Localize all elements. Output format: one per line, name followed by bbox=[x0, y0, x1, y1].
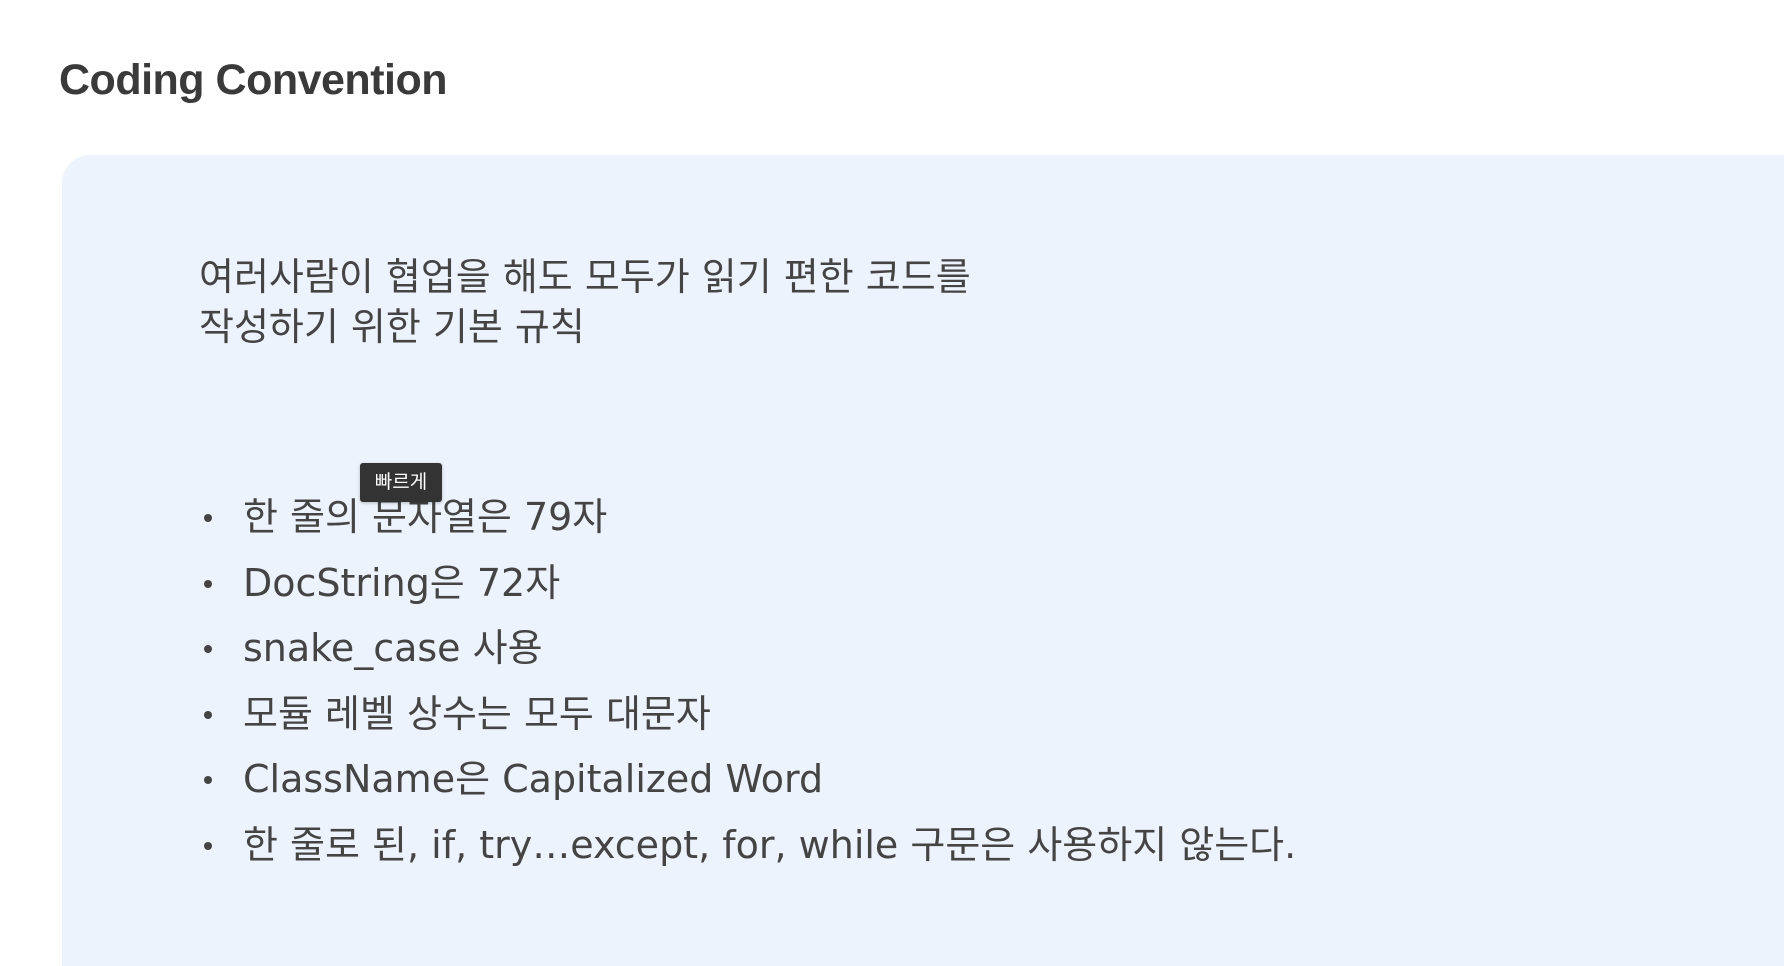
page-title: Coding Convention bbox=[59, 56, 448, 104]
bullet-icon bbox=[204, 579, 212, 588]
bullet-icon bbox=[204, 776, 212, 784]
rule-text: snake_case 사용 bbox=[243, 626, 543, 670]
bullet-icon bbox=[204, 514, 212, 522]
rule-text: ClassName은 Capitalized Word bbox=[243, 757, 824, 801]
description-line: 작성하기 위한 기본 규칙 bbox=[199, 305, 585, 349]
list-item: 모듈 레벨 상수는 모두 대문자 bbox=[199, 682, 1296, 748]
bullet-icon bbox=[204, 645, 212, 653]
bullet-icon bbox=[204, 710, 212, 719]
list-item: 한 줄로 된, if, try…except, for, while 구문은 사… bbox=[199, 813, 1296, 879]
description-line: 여러사람이 협업을 해도 모두가 읽기 편한 코드를 bbox=[199, 255, 971, 299]
list-item: ClassName은 Capitalized Word bbox=[199, 747, 1296, 813]
rule-text: 모듈 레벨 상수는 모두 대문자 bbox=[243, 691, 711, 736]
tooltip: 빠르게 bbox=[360, 463, 442, 502]
rule-list: 한 줄의 문자열은 79자 DocString은 72자 snake_case … bbox=[199, 485, 1296, 878]
callout-description: 여러사람이 협업을 해도 모두가 읽기 편한 코드를 작성하기 위한 기본 규칙 bbox=[199, 252, 971, 352]
list-item: DocString은 72자 bbox=[199, 551, 1296, 617]
rule-text: DocString은 72자 bbox=[243, 560, 561, 605]
list-item: snake_case 사용 bbox=[199, 616, 1296, 682]
page: Coding Convention 여러사람이 협업을 해도 모두가 읽기 편한… bbox=[0, 0, 1784, 966]
rule-text: 한 줄로 된, if, try…except, for, while 구문은 사… bbox=[243, 822, 1297, 867]
bullet-icon bbox=[204, 841, 212, 850]
